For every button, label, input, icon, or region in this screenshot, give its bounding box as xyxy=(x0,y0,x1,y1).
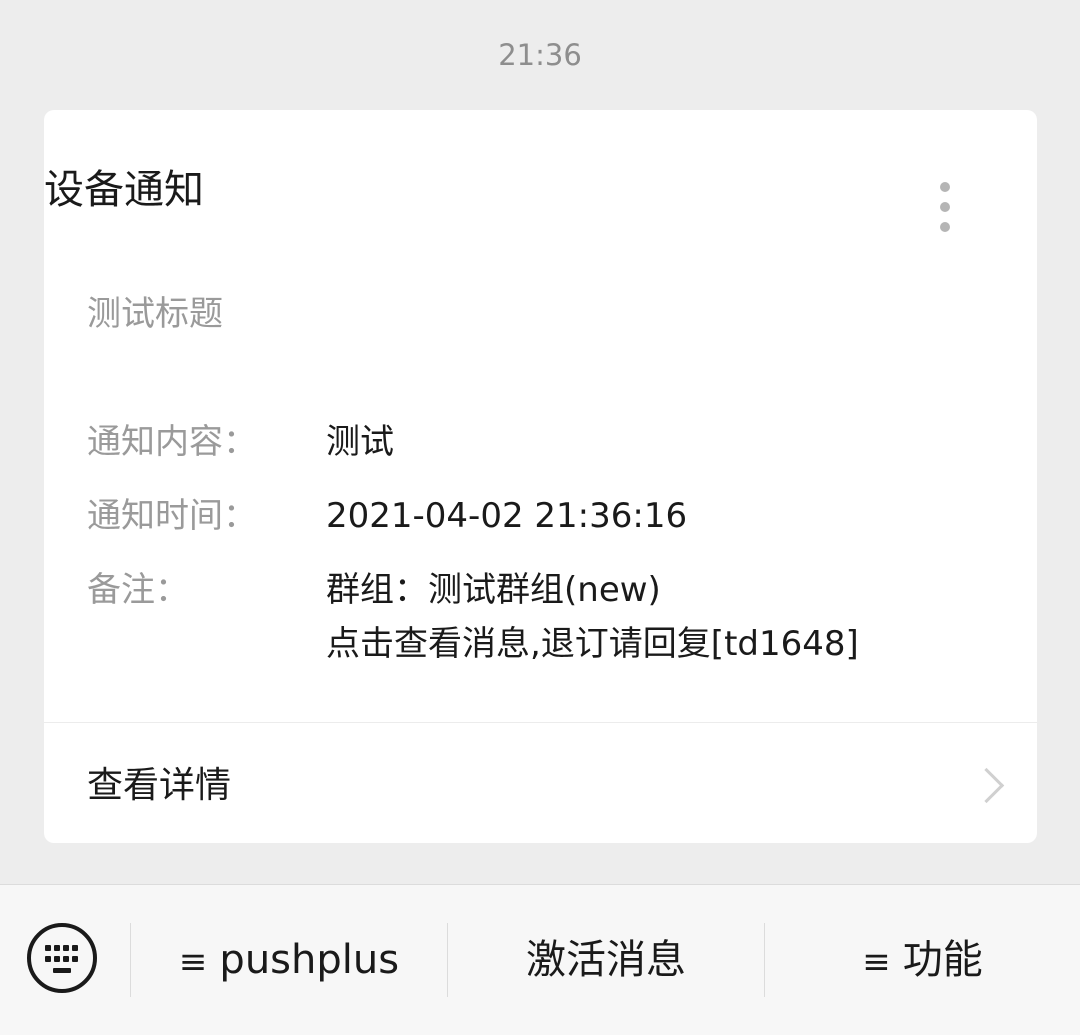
field-label-remark: 备注： xyxy=(87,570,189,610)
field-value-remark-hint: 点击查看消息,退订请回复[td1648] xyxy=(326,624,859,664)
chevron-right-icon xyxy=(968,767,1005,804)
view-details-label: 查看详情 xyxy=(87,765,232,806)
field-label-content: 通知内容： xyxy=(87,422,257,462)
menu-item-activate-message[interactable]: 激活消息 xyxy=(448,925,764,995)
field-value-time: 2021-04-02 21:36:16 xyxy=(326,496,688,536)
menu-item-label: pushplus xyxy=(219,937,400,983)
card-title: 设备通知 xyxy=(44,167,204,213)
menu-list-icon: ≡ xyxy=(178,942,208,982)
card-subtitle: 测试标题 xyxy=(87,294,223,334)
official-account-menu-bar: ≡ pushplus 激活消息 ≡ 功能 xyxy=(0,884,1080,1035)
message-timestamp: 21:36 xyxy=(498,38,582,72)
menu-item-label: 功能 xyxy=(902,937,983,983)
keyboard-icon[interactable] xyxy=(27,923,97,993)
field-label-time: 通知时间： xyxy=(87,496,257,536)
menu-item-pushplus[interactable]: ≡ pushplus xyxy=(131,925,447,995)
more-options-icon[interactable] xyxy=(925,175,965,239)
menu-item-functions[interactable]: ≡ 功能 xyxy=(765,925,1080,995)
menu-list-icon: ≡ xyxy=(862,942,891,982)
view-details-button[interactable]: 查看详情 xyxy=(44,723,1037,843)
field-value-content: 测试 xyxy=(326,422,394,462)
field-value-remark-group: 群组：测试群组(new) xyxy=(326,570,661,610)
menu-item-label: 激活消息 xyxy=(526,937,686,983)
